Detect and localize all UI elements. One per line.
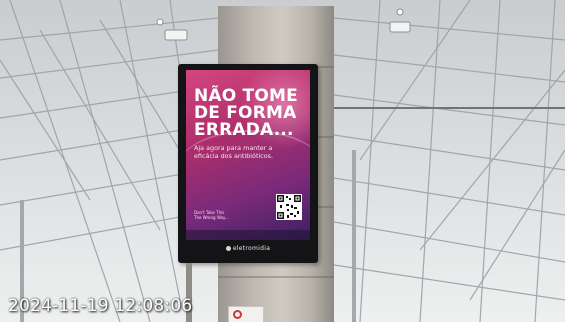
ad-subtext-line: eficácia dos antibióticos. [194,152,274,160]
ad-screen: NÃO TOME DE FORMA ERRADA... Aja agora pa… [186,70,310,240]
brand-name: eletromidia [232,245,271,252]
ceiling-lamp-right [389,21,411,33]
ad-fine-print-line: The Wrong Way... [194,215,229,220]
wall-sign [228,306,264,322]
timestamp-overlay: 2024-11-19 12:08:06 [8,296,193,316]
eletromidia-logo-icon [225,246,231,251]
brand-label: eletromidia [178,245,318,252]
photo-scene: NÃO TOME DE FORMA ERRADA... Aja agora pa… [0,0,565,322]
ceiling-lamp-left [164,29,188,41]
ad-headline-line: ERRADA... [194,120,294,140]
ad-subtext-line: Aja agora para manter a [194,144,273,152]
ad-footer-strip [186,230,310,240]
qr-code-icon [276,194,302,220]
prohibition-sign-icon [233,310,242,319]
ad-fine-print: Don't Take This The Wrong Way... [194,210,229,220]
distant-column [352,150,356,322]
digital-ad-totem: NÃO TOME DE FORMA ERRADA... Aja agora pa… [178,64,318,263]
ad-subtext: Aja agora para manter a eficácia dos ant… [194,144,304,160]
ad-headline: NÃO TOME DE FORMA ERRADA... [194,88,306,139]
